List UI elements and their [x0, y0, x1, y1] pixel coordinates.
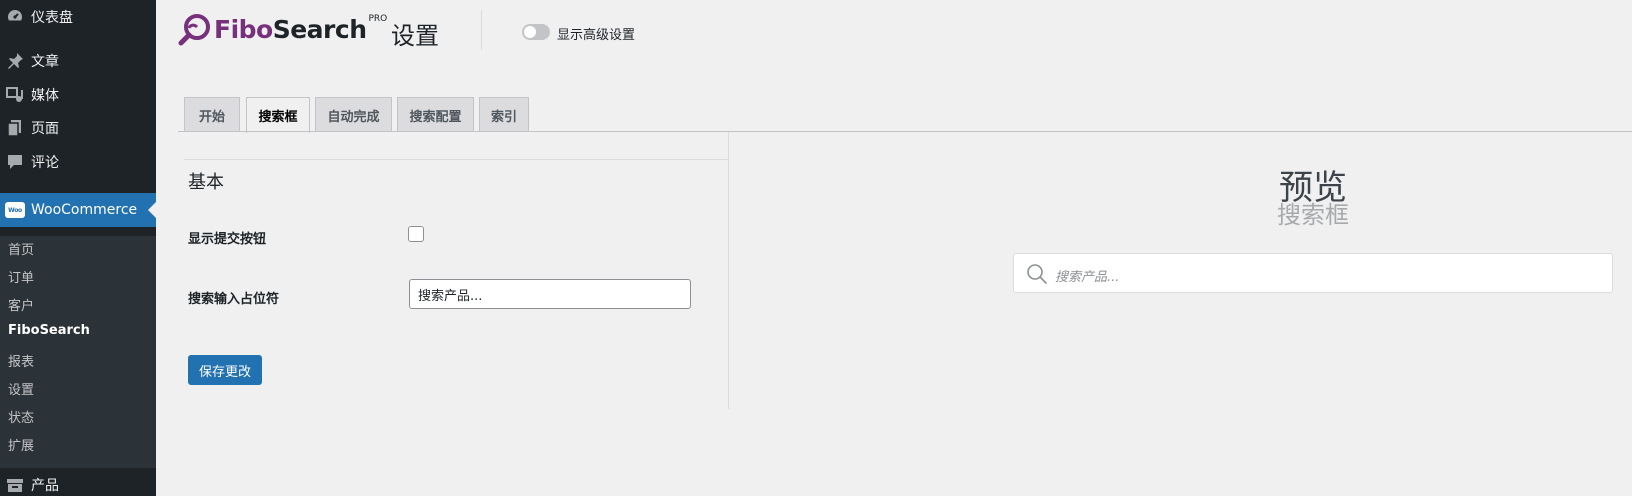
tab-start[interactable]: 开始: [184, 97, 240, 132]
menu-item-pages[interactable]: 页面: [0, 113, 156, 143]
brand-name: FiboSearch: [214, 15, 367, 44]
placeholder-label: 搜索输入占位符: [188, 292, 280, 307]
tab-search-config[interactable]: 搜索配置: [397, 97, 474, 132]
menu-label: 页面: [31, 121, 59, 137]
media-icon: [5, 85, 25, 105]
brand-search: Search: [272, 14, 367, 44]
submenu-item-orders[interactable]: 订单: [8, 267, 34, 286]
preview-search-placeholder: 搜索产品...: [1055, 270, 1120, 285]
tab-index[interactable]: 索引: [479, 97, 529, 132]
pin-icon: [5, 51, 25, 71]
menu-label: 文章: [31, 54, 59, 70]
menu-label: 仪表盘: [31, 10, 73, 26]
panel-divider: [728, 132, 729, 409]
menu-item-comments[interactable]: 评论: [0, 147, 156, 177]
preview-search-bar[interactable]: 搜索产品...: [1013, 253, 1613, 293]
dashboard-icon: [5, 7, 25, 27]
menu-item-media[interactable]: 媒体: [0, 80, 156, 110]
save-button[interactable]: 保存更改: [188, 355, 262, 385]
submenu-item-fibosearch[interactable]: FiboSearch: [8, 323, 90, 338]
submenu-item-extensions[interactable]: 扩展: [8, 435, 34, 454]
pages-icon: [5, 118, 25, 138]
fibosearch-logo-icon: [178, 14, 210, 46]
submenu-item-settings[interactable]: 设置: [8, 379, 34, 398]
pro-badge: PRO: [368, 14, 388, 24]
show-submit-label: 显示提交按钮: [188, 232, 267, 247]
preview-subtitle: 搜索框: [1277, 201, 1349, 229]
menu-item-products[interactable]: 产品: [0, 470, 156, 496]
woo-badge: Woo: [5, 202, 25, 218]
submenu-item-reports[interactable]: 报表: [8, 351, 34, 370]
woocommerce-icon: Woo: [5, 200, 25, 220]
header-divider: [481, 10, 482, 50]
submenu-item-home[interactable]: 首页: [8, 239, 34, 258]
section-title: 基本: [188, 172, 224, 193]
placeholder-input[interactable]: [409, 279, 691, 309]
menu-label: 产品: [31, 478, 59, 494]
advanced-settings-label[interactable]: 显示高级设置: [557, 24, 635, 43]
submenu-item-customers[interactable]: 客户: [8, 295, 34, 314]
page-title: 设置: [391, 22, 439, 50]
section-divider: [184, 159, 728, 160]
menu-item-posts[interactable]: 文章: [0, 46, 156, 76]
search-icon: [1026, 263, 1048, 289]
menu-label: WooCommerce: [31, 202, 138, 218]
advanced-settings-toggle[interactable]: [522, 24, 550, 40]
show-submit-checkbox[interactable]: [408, 226, 424, 242]
menu-item-woocommerce[interactable]: Woo WooCommerce: [0, 193, 156, 227]
woocommerce-submenu: 首页 订单 客户 FiboSearch 报表 设置 状态 扩展: [0, 236, 156, 468]
fibosearch-logo: FiboSearch PRO: [178, 12, 387, 46]
tab-search-bar[interactable]: 搜索框: [246, 97, 310, 133]
archive-icon: [5, 475, 25, 495]
tabs-baseline: [178, 131, 1632, 132]
submenu-item-status[interactable]: 状态: [8, 407, 34, 426]
menu-label: 评论: [31, 155, 59, 171]
admin-sidebar: 仪表盘 文章 媒体 页面 评论 Woo WooCommerce 首页 订单 客户…: [0, 0, 156, 496]
comment-icon: [5, 152, 25, 172]
menu-label: 媒体: [31, 88, 59, 104]
brand-fibo: Fibo: [214, 14, 273, 44]
menu-item-dashboard[interactable]: 仪表盘: [0, 2, 156, 32]
tab-autocomplete[interactable]: 自动完成: [315, 97, 392, 132]
